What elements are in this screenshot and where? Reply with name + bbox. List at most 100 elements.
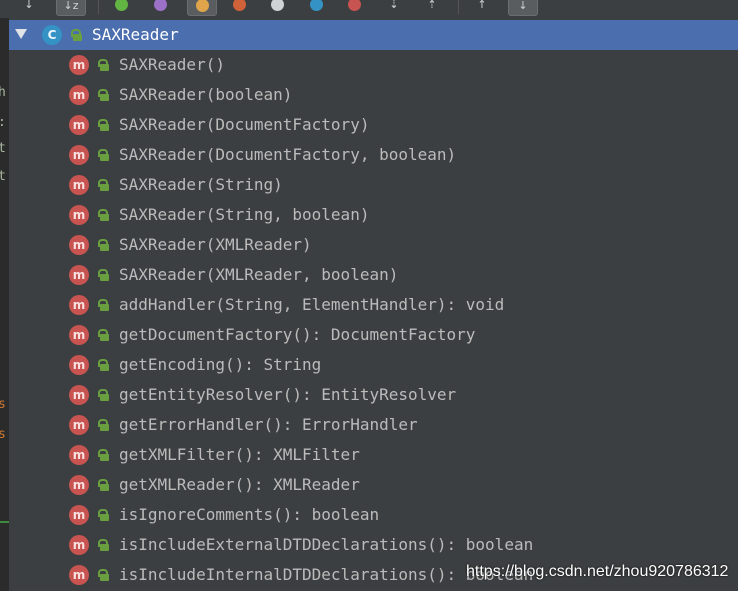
method-icon: m — [69, 325, 89, 345]
method-icon: m — [69, 265, 89, 285]
method-icon: m — [69, 445, 89, 465]
method-icon: m — [69, 535, 89, 555]
member-label: getEntityResolver(): EntityResolver — [119, 385, 457, 404]
method-icon: m — [69, 235, 89, 255]
editor-code-fragment: t — [0, 169, 6, 184]
expand-arrow-icon[interactable] — [15, 29, 27, 39]
method-icon: m — [69, 175, 89, 195]
public-lock-icon — [97, 119, 109, 131]
member-label: SAXReader(DocumentFactory) — [119, 115, 370, 134]
public-lock-icon — [97, 479, 109, 491]
public-lock-icon — [70, 29, 82, 41]
member-label: SAXReader(String, boolean) — [119, 205, 370, 224]
editor-code-fragment: : — [0, 116, 6, 130]
editor-code-fragment: t — [0, 141, 6, 156]
method-icon: m — [69, 385, 89, 405]
member-label: SAXReader(XMLReader) — [119, 235, 312, 254]
collapse-all-icon[interactable]: ⇡ — [421, 0, 443, 14]
member-label: getEncoding(): String — [119, 355, 322, 374]
autoscroll-from-source-icon[interactable]: ↓ — [508, 0, 538, 16]
editor-change-marker — [0, 521, 9, 523]
public-lock-icon — [97, 389, 109, 401]
show-fields-icon[interactable] — [110, 0, 132, 14]
method-icon: m — [69, 505, 89, 525]
public-lock-icon — [97, 509, 109, 521]
tree-member-row[interactable]: m getXMLFilter(): XMLFilter — [9, 440, 738, 470]
editor-code-fragment: s — [0, 397, 6, 412]
public-lock-icon — [97, 89, 109, 101]
show-properties-icon[interactable] — [149, 0, 171, 14]
sort-by-visibility-icon[interactable]: ↓ — [18, 0, 40, 14]
tree-member-row[interactable]: m SAXReader(DocumentFactory) — [9, 110, 738, 140]
method-icon: m — [69, 295, 89, 315]
member-label: isIncludeExternalDTDDeclarations(): bool… — [119, 535, 534, 554]
show-non-public-icon[interactable] — [266, 0, 288, 14]
tree-member-row[interactable]: m addHandler(String, ElementHandler): voi… — [9, 290, 738, 320]
sort-alphabetically-icon[interactable]: ↓z — [56, 0, 86, 16]
member-label: SAXReader(String) — [119, 175, 283, 194]
member-label: SAXReader() — [119, 55, 225, 74]
tree-member-row[interactable]: m SAXReader(String, boolean) — [9, 200, 738, 230]
tree-member-row[interactable]: m getXMLReader(): XMLReader — [9, 470, 738, 500]
tree-member-row[interactable]: m SAXReader(DocumentFactory, boolean) — [9, 140, 738, 170]
autoscroll-to-source-icon[interactable]: ↑ — [471, 0, 493, 14]
public-lock-icon — [97, 359, 109, 371]
method-icon: m — [69, 55, 89, 75]
method-icon: m — [69, 115, 89, 135]
editor-gutter-strip: h: tt ss — [0, 18, 9, 591]
method-icon: m — [69, 475, 89, 495]
member-label: isIgnoreComments(): boolean — [119, 505, 380, 524]
tree-member-row[interactable]: m SAXReader() — [9, 50, 738, 80]
public-lock-icon — [97, 179, 109, 191]
show-anonymous-icon[interactable] — [228, 0, 250, 14]
method-icon: m — [69, 415, 89, 435]
watermark-text: https://blog.csdn.net/zhou920786312 — [466, 563, 729, 580]
method-icon: m — [69, 565, 89, 585]
structure-tree: C SAXReader m SAXReader() m SAXReader(boole… — [9, 20, 738, 591]
class-icon: C — [42, 25, 62, 45]
member-label: SAXReader(boolean) — [119, 85, 293, 104]
member-label: getErrorHandler(): ErrorHandler — [119, 415, 418, 434]
tree-member-row[interactable]: m getDocumentFactory(): DocumentFactory — [9, 320, 738, 350]
public-lock-icon — [97, 449, 109, 461]
public-lock-icon — [97, 569, 109, 581]
member-label: getDocumentFactory(): DocumentFactory — [119, 325, 476, 344]
method-icon: m — [69, 85, 89, 105]
structure-toolbar: ↓ ↓z ⇣ ⇡ ↑ ↓ — [0, 0, 738, 18]
show-lambdas-icon[interactable] — [305, 0, 327, 14]
tree-member-row[interactable]: m SAXReader(XMLReader, boolean) — [9, 260, 738, 290]
member-label: getXMLReader(): XMLReader — [119, 475, 360, 494]
tree-member-row[interactable]: m isIncludeExternalDTDDeclarations(): boo… — [9, 530, 738, 560]
tree-member-row[interactable]: m SAXReader(XMLReader) — [9, 230, 738, 260]
method-icon: m — [69, 145, 89, 165]
tree-member-row[interactable]: m getErrorHandler(): ErrorHandler — [9, 410, 738, 440]
tree-member-row[interactable]: m getEntityResolver(): EntityResolver — [9, 380, 738, 410]
public-lock-icon — [97, 269, 109, 281]
public-lock-icon — [97, 149, 109, 161]
show-inherited-icon[interactable] — [187, 0, 217, 16]
public-lock-icon — [97, 329, 109, 341]
tree-member-row[interactable]: m getEncoding(): String — [9, 350, 738, 380]
member-label: getXMLFilter(): XMLFilter — [119, 445, 360, 464]
member-label: addHandler(String, ElementHandler): void — [119, 295, 505, 314]
tree-member-row[interactable]: m isIgnoreComments(): boolean — [9, 500, 738, 530]
tree-root-row[interactable]: C SAXReader — [9, 20, 738, 50]
tree-member-row[interactable]: m SAXReader(String) — [9, 170, 738, 200]
toolbar-separator — [98, 0, 99, 14]
show-exceptions-icon[interactable] — [343, 0, 365, 14]
editor-code-fragment: h — [0, 85, 6, 100]
public-lock-icon — [97, 539, 109, 551]
toolbar-separator — [458, 0, 459, 14]
tree-member-row[interactable]: m SAXReader(boolean) — [9, 80, 738, 110]
method-icon: m — [69, 205, 89, 225]
public-lock-icon — [97, 299, 109, 311]
public-lock-icon — [97, 209, 109, 221]
editor-code-fragment: s — [0, 427, 6, 442]
expand-all-icon[interactable]: ⇣ — [383, 0, 405, 14]
root-class-label: SAXReader — [92, 25, 179, 44]
public-lock-icon — [97, 419, 109, 431]
public-lock-icon — [97, 59, 109, 71]
member-label: SAXReader(DocumentFactory, boolean) — [119, 145, 457, 164]
member-label: SAXReader(XMLReader, boolean) — [119, 265, 399, 284]
public-lock-icon — [97, 239, 109, 251]
